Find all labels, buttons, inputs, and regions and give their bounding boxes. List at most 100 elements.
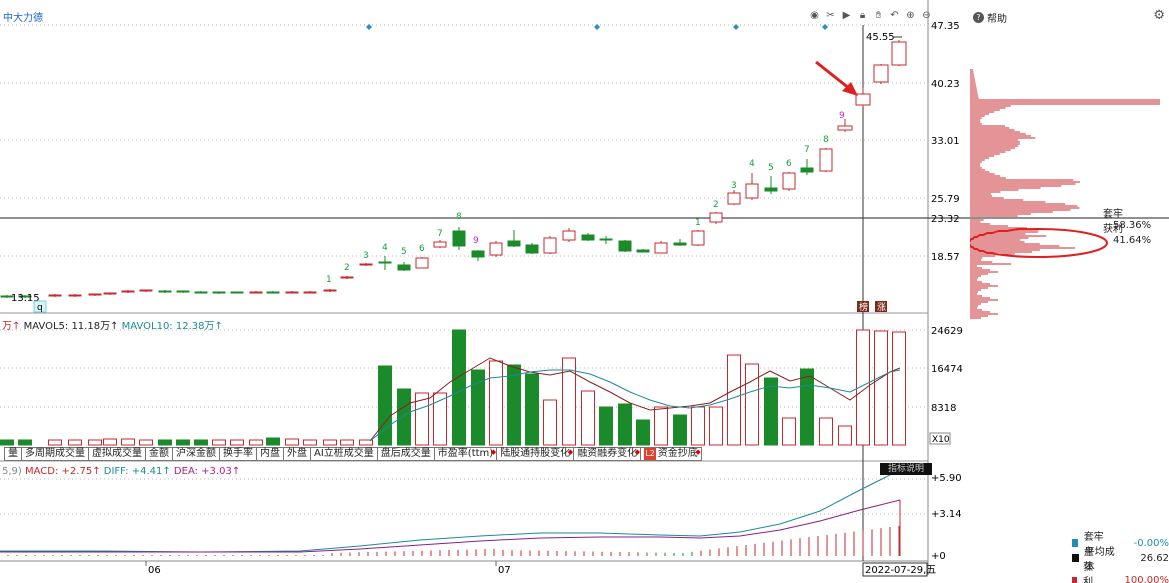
candle-body: [819, 148, 833, 172]
volume-tick: 16474: [931, 364, 963, 375]
lock-icon[interactable]: 🔒︎: [856, 9, 869, 22]
volume-bar: [618, 403, 632, 446]
cut-icon[interactable]: ✂: [824, 9, 837, 22]
candle-body: [397, 264, 411, 271]
indicator-tabs: 量多周期成交量 虚拟成交量 金额 沪深金额 换手率 内盘 外盘 AI立桩成交量 盘后成交量 市盈率…: [4, 447, 702, 461]
tab-indicator[interactable]: 融资融券变化 ◆: [573, 447, 641, 461]
chip-highlight-ellipse: [970, 228, 1108, 258]
volume-tick: 24629: [931, 326, 963, 337]
price-tick: 23.32: [931, 214, 960, 225]
candle-body: [139, 289, 153, 292]
volume-bar: [139, 439, 153, 446]
tab-indicator[interactable]: 虚拟成交量: [88, 447, 145, 461]
tab-indicator[interactable]: 外盘: [283, 447, 310, 461]
td-count: 3: [731, 181, 737, 191]
candle-body: [581, 234, 595, 241]
td-count: 2: [344, 263, 350, 273]
profit-ratio: 获利 41.64%: [1103, 224, 1152, 246]
volume-bar: [176, 439, 190, 446]
volume-bar: [452, 329, 466, 446]
candle-body: [212, 291, 226, 294]
tab-indicator[interactable]: 量: [4, 447, 21, 461]
candle-body: [103, 292, 117, 295]
tab-indicator[interactable]: 市盈率(ttm) ◆: [433, 447, 497, 461]
volume-tick: 8318: [931, 403, 956, 414]
high-price-label: 45.55: [866, 32, 895, 43]
hand-icon[interactable]: ✋︎: [872, 9, 885, 22]
macd-dea-line: [0, 499, 901, 553]
price-tick: 40.23: [931, 79, 960, 90]
volume-bar: [0, 439, 14, 446]
volume-bar: [121, 438, 135, 446]
undo-icon[interactable]: ↶: [888, 9, 901, 22]
candle-body: [525, 244, 539, 254]
volume-bar: [194, 439, 208, 446]
zoom-in-icon[interactable]: ⊕: [904, 9, 917, 22]
price-tick: 47.35: [931, 21, 960, 32]
tab-indicator[interactable]: 陆股通持股变化 ◆: [496, 447, 574, 461]
volume-bar: [673, 414, 687, 446]
volume-bar: [709, 406, 723, 446]
candle-body: [88, 293, 102, 296]
candle-body: [873, 64, 889, 83]
volume-bar: [819, 417, 833, 446]
tab-indicator[interactable]: 盘后成交量: [376, 447, 434, 461]
profit-swatch: [1072, 576, 1078, 583]
volume-bar: [285, 438, 299, 446]
volume-bar: [266, 437, 280, 446]
q-marker: q: [37, 303, 43, 313]
candle-body: [48, 294, 62, 297]
kline-chart[interactable]: 1 2 3 4 5 6 7 8 1 2 3 4 5 6 7 8 9 9 47.35 40.23 33.01 25.…: [0, 0, 970, 583]
macd-tick: +5.90: [931, 473, 962, 484]
volume-bar: [636, 419, 650, 446]
eye-icon[interactable]: ◉: [808, 9, 821, 22]
volume-bar: [599, 406, 613, 446]
candle-body: [562, 230, 576, 241]
volume-bar: [397, 388, 411, 446]
candle-body: [636, 249, 650, 253]
volume-unit: X10: [932, 435, 950, 445]
candle-body: [800, 167, 814, 173]
volume-bar: [691, 406, 705, 446]
tab-indicator[interactable]: AI立桩成交量: [310, 447, 377, 461]
td-count: 9: [839, 111, 845, 121]
candle-body: [359, 263, 373, 266]
macd-tick: +3.14: [931, 509, 962, 520]
td-count: 1: [326, 275, 332, 285]
candle-body: [194, 291, 208, 294]
indicator-help-button[interactable]: 指标说明: [880, 463, 933, 475]
candle-body: [340, 276, 354, 279]
candle-body: [121, 290, 135, 293]
macd-diff-line: [0, 469, 901, 553]
date-tick: 07: [498, 565, 511, 576]
chart-toolbar: ◉ ✂ ▶ 🔒︎ ✋︎ ↶ ⊕ ⊖: [808, 9, 933, 22]
volume-bar: [340, 439, 354, 446]
tab-indicator[interactable]: 换手率: [219, 447, 256, 461]
volume-bar: [543, 399, 557, 446]
volume-bar: [800, 368, 814, 446]
zoom-out-icon[interactable]: ⊖: [920, 9, 933, 22]
volume-bar: [654, 406, 668, 446]
tag-bang: 榜: [859, 301, 868, 313]
tab-indicator[interactable]: 金额: [145, 447, 172, 461]
candle-body: [249, 291, 263, 294]
tab-indicator[interactable]: 多周期成交量: [21, 447, 88, 461]
play-icon[interactable]: ▶: [840, 9, 853, 22]
tab-indicator[interactable]: 内盘: [256, 447, 283, 461]
candle-body: [507, 240, 521, 247]
td-count: 6: [419, 244, 425, 254]
volume-bar: [18, 439, 32, 446]
candle-body: [285, 291, 299, 294]
tab-indicator[interactable]: 沪深金额: [172, 447, 219, 461]
tab-indicator[interactable]: L2 资金抄底 ◆: [640, 447, 702, 461]
event-diamonds[interactable]: [366, 24, 828, 30]
volume-legend: 万↑ MAVOL5: 11.18万↑ MAVOL10: 12.38万↑: [2, 321, 223, 332]
candle-body: [709, 212, 723, 223]
candle-body: [855, 93, 871, 106]
candle-body: [303, 291, 317, 294]
candle-body: [599, 238, 613, 241]
candle-body: [727, 192, 741, 205]
td-count: 7: [804, 145, 810, 155]
candle-body: [543, 237, 557, 254]
td-count: 5: [401, 247, 407, 257]
